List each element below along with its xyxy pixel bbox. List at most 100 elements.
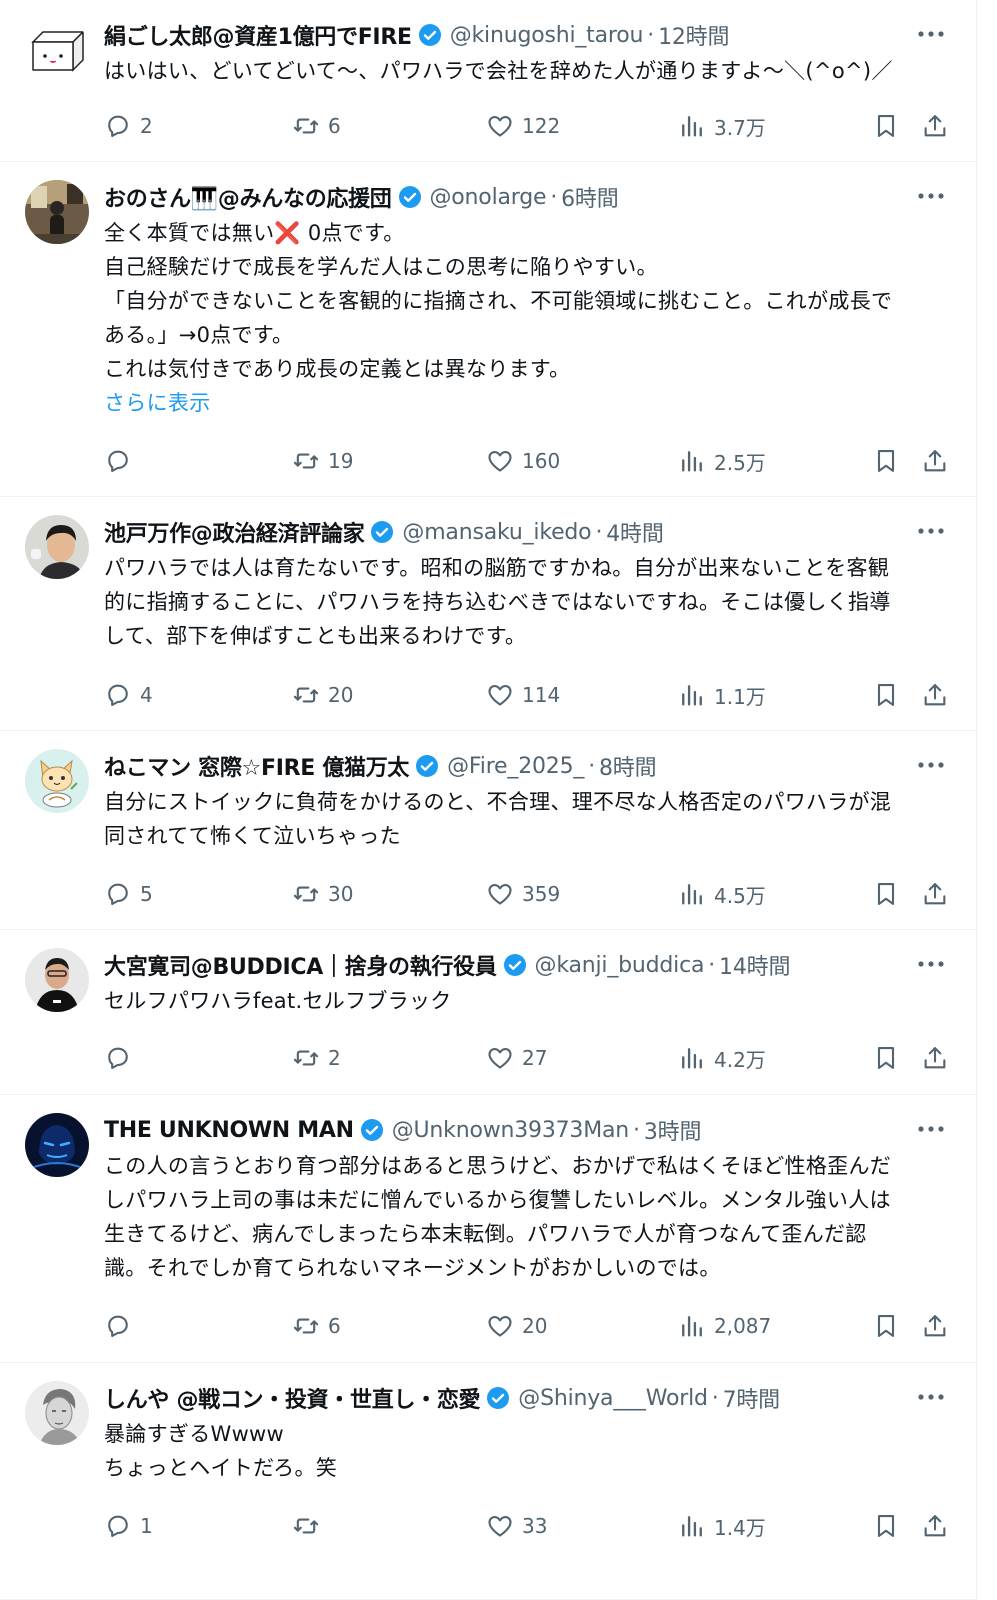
like-button[interactable]: 122: [486, 109, 560, 143]
retweet-button[interactable]: 6: [292, 1309, 341, 1343]
like-button[interactable]: 114: [486, 678, 560, 712]
verified-badge-icon: [360, 1119, 383, 1141]
share-button[interactable]: [921, 1509, 949, 1543]
views-button[interactable]: 2,087: [678, 1309, 771, 1343]
tweet-6[interactable]: THE UNKNOWN MAN @Unknown39373Man · 3時間 こ…: [0, 1095, 976, 1363]
share-button[interactable]: [921, 444, 949, 478]
share-button[interactable]: [921, 877, 949, 911]
retweet-button[interactable]: 2: [292, 1041, 341, 1075]
user-handle[interactable]: @kinugoshi_tarou: [450, 23, 644, 48]
retweet-button[interactable]: 6: [292, 109, 341, 143]
tweet-7[interactable]: しんや @戦コン・投資・世直し・恋愛 @Shinya___World · 7時間…: [0, 1363, 976, 1600]
user-handle[interactable]: @mansaku_ikedo: [402, 520, 591, 545]
timestamp[interactable]: 6時間: [561, 181, 619, 213]
avatar[interactable]: [25, 1381, 89, 1445]
display-name[interactable]: THE UNKNOWN MAN: [104, 1118, 354, 1143]
share-button[interactable]: [921, 678, 949, 712]
tweet-5[interactable]: 大宮寛司@BUDDICA｜捨身の執行役員 @kanji_buddica · 14…: [0, 930, 976, 1095]
heart-icon: [488, 450, 512, 472]
tweet-text-line: 暴論すぎるWwww: [104, 1422, 284, 1446]
views-button[interactable]: 4.5万: [678, 877, 766, 911]
display-name[interactable]: 絹ごし太郎@資産1億円でFIRE: [104, 19, 412, 51]
tweet-4[interactable]: ねこマン 窓際☆FIRE 億猫万太 @Fire_2025_ · 8時間 自分にス…: [0, 731, 976, 930]
retweet-button[interactable]: [292, 1509, 328, 1543]
views-button[interactable]: 4.2万: [678, 1041, 766, 1075]
reply-button[interactable]: [104, 1041, 140, 1075]
avatar[interactable]: [25, 1113, 89, 1177]
user-handle[interactable]: @Fire_2025_: [447, 754, 584, 779]
avatar[interactable]: [25, 18, 89, 82]
reply-button[interactable]: 5: [104, 877, 153, 911]
reply-icon: [108, 1515, 128, 1537]
action-bar: 2 27 4.2万: [104, 1041, 946, 1075]
verified-badge-icon: [371, 521, 394, 543]
avatar[interactable]: [25, 749, 89, 813]
more-options-icon[interactable]: [916, 753, 946, 777]
like-count: 20: [522, 1314, 548, 1338]
avatar[interactable]: [25, 180, 89, 244]
user-handle[interactable]: @kanji_buddica: [535, 953, 705, 978]
display-name[interactable]: ねこマン 窓際☆FIRE 億猫万太: [104, 750, 409, 782]
tweet-2[interactable]: おのさん🎹@みんなの応援団 @onolarge · 6時間 全く本質では無い❌ …: [0, 162, 976, 497]
views-button[interactable]: 3.7万: [678, 109, 766, 143]
like-button[interactable]: 27: [486, 1041, 547, 1075]
share-button[interactable]: [921, 1309, 949, 1343]
reply-button[interactable]: [104, 444, 140, 478]
retweet-icon: [293, 687, 319, 703]
display-name[interactable]: しんや @戦コン・投資・世直し・恋愛: [104, 1382, 481, 1414]
tweet-1[interactable]: 絹ごし太郎@資産1億円でFIRE @kinugoshi_tarou · 12時間…: [0, 0, 976, 162]
show-more-link[interactable]: さらに表示: [104, 386, 946, 420]
bookmark-button[interactable]: [872, 1041, 900, 1075]
timestamp[interactable]: 14時間: [719, 949, 790, 981]
more-options-icon[interactable]: [916, 1385, 946, 1409]
user-photo-avatar-icon: [25, 180, 89, 244]
avatar[interactable]: [25, 948, 89, 1012]
share-button[interactable]: [921, 109, 949, 143]
bookmark-button[interactable]: [872, 877, 900, 911]
more-options-icon[interactable]: [916, 952, 946, 976]
user-handle[interactable]: @Shinya___World: [518, 1386, 708, 1411]
bookmark-button[interactable]: [872, 444, 900, 478]
display-name[interactable]: 大宮寛司@BUDDICA｜捨身の執行役員: [104, 949, 497, 981]
views-button[interactable]: 2.5万: [678, 444, 766, 478]
user-handle[interactable]: @Unknown39373Man: [392, 1118, 630, 1143]
sketch-portrait-avatar-icon: [25, 1381, 89, 1445]
retweet-button[interactable]: 19: [292, 444, 353, 478]
more-options-icon[interactable]: [916, 1117, 946, 1141]
more-options-icon[interactable]: [916, 184, 946, 208]
bookmark-button[interactable]: [872, 1509, 900, 1543]
bookmark-button[interactable]: [872, 1309, 900, 1343]
retweet-button[interactable]: 30: [292, 877, 353, 911]
timestamp[interactable]: 8時間: [599, 750, 657, 782]
reply-button[interactable]: [104, 1309, 140, 1343]
reply-button[interactable]: 2: [104, 109, 153, 143]
bookmark-button[interactable]: [872, 678, 900, 712]
timestamp[interactable]: 7時間: [723, 1382, 781, 1414]
avatar[interactable]: [25, 515, 89, 579]
more-options-icon[interactable]: [916, 519, 946, 543]
like-button[interactable]: 160: [486, 444, 560, 478]
retweet-icon: [293, 453, 319, 469]
display-name[interactable]: おのさん🎹@みんなの応援団: [104, 181, 392, 213]
timestamp[interactable]: 12時間: [658, 19, 729, 51]
display-name[interactable]: 池戸万作@政治経済評論家: [104, 516, 365, 548]
like-button[interactable]: 359: [486, 877, 560, 911]
retweet-button[interactable]: 20: [292, 678, 353, 712]
reply-button[interactable]: 4: [104, 678, 153, 712]
bookmark-icon: [877, 115, 895, 137]
timestamp[interactable]: 3時間: [644, 1114, 702, 1146]
tweet-3[interactable]: 池戸万作@政治経済評論家 @mansaku_ikedo · 4時間 パワハラでは…: [0, 497, 976, 731]
more-options-icon[interactable]: [916, 22, 946, 46]
share-icon: [924, 684, 946, 706]
retweet-count: 6: [328, 1314, 341, 1338]
tweet-header: THE UNKNOWN MAN @Unknown39373Man · 3時間: [104, 1114, 946, 1146]
timestamp[interactable]: 4時間: [606, 516, 664, 548]
views-button[interactable]: 1.1万: [678, 678, 766, 712]
views-button[interactable]: 1.4万: [678, 1509, 766, 1543]
like-button[interactable]: 33: [486, 1509, 547, 1543]
share-button[interactable]: [921, 1041, 949, 1075]
user-handle[interactable]: @onolarge: [430, 185, 547, 210]
like-button[interactable]: 20: [486, 1309, 547, 1343]
bookmark-button[interactable]: [872, 109, 900, 143]
reply-button[interactable]: 1: [104, 1509, 153, 1543]
